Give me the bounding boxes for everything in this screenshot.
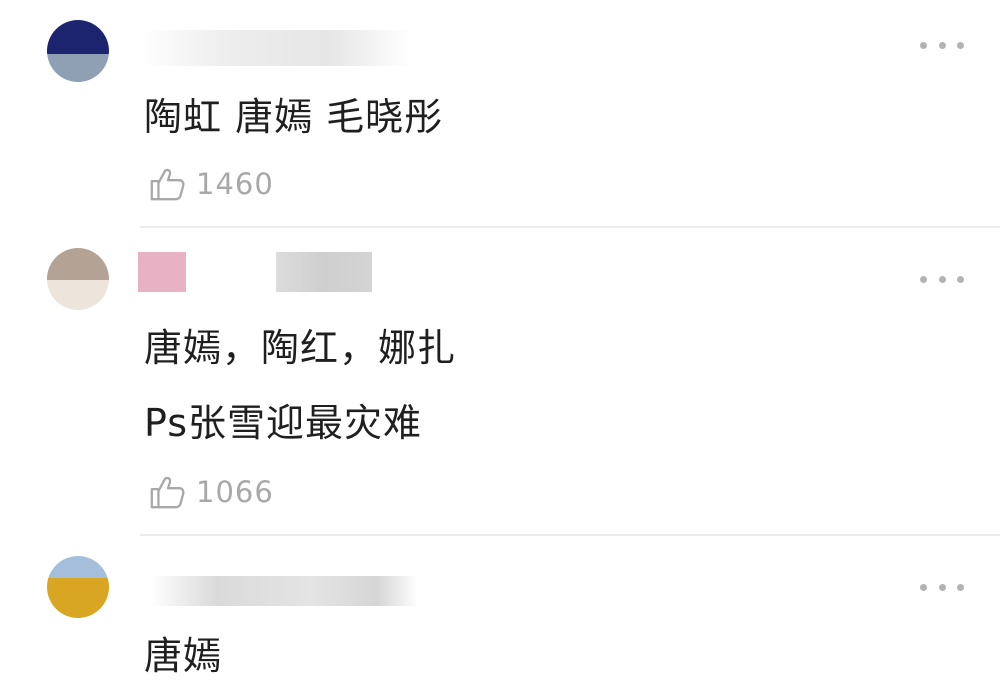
username-redacted[interactable]	[138, 252, 186, 292]
more-options-button[interactable]	[920, 580, 964, 594]
comment-item: 陶虹 唐嫣 毛晓彤 1460	[0, 0, 1000, 228]
like-button[interactable]: 1066	[148, 472, 274, 512]
comment-item: 唐嫣	[0, 536, 1000, 698]
more-options-button[interactable]	[920, 38, 964, 52]
avatar-bottom	[47, 280, 109, 310]
comment-text-line: Ps张雪迎最灾难	[144, 401, 423, 445]
comment-item: 唐嫣，陶红，娜扎 Ps张雪迎最灾难 1066	[0, 228, 1000, 536]
avatar[interactable]	[47, 248, 109, 310]
avatar[interactable]	[47, 20, 109, 82]
like-button[interactable]: 1460	[148, 164, 274, 204]
avatar-top	[47, 556, 109, 578]
more-dots-icon	[920, 583, 927, 591]
username-redacted[interactable]	[276, 252, 372, 292]
username-redacted[interactable]	[140, 30, 410, 66]
avatar-top	[47, 20, 109, 54]
comment-text-line: 陶虹 唐嫣 毛晓彤	[144, 95, 444, 139]
avatar-bottom	[47, 54, 109, 82]
comment-text-line: 唐嫣，陶红，娜扎	[144, 326, 457, 370]
like-count: 1460	[196, 167, 274, 201]
thumbs-up-icon	[150, 476, 185, 509]
username-redacted[interactable]	[150, 576, 418, 606]
thumbs-up-icon	[150, 168, 185, 201]
like-count: 1066	[196, 475, 274, 509]
more-dots-icon	[920, 41, 927, 49]
more-options-button[interactable]	[920, 272, 964, 286]
avatar-bottom	[47, 578, 109, 618]
avatar[interactable]	[47, 556, 109, 618]
more-dots-icon	[920, 275, 927, 283]
avatar-top	[47, 248, 109, 280]
comment-text-line: 唐嫣	[144, 634, 223, 678]
